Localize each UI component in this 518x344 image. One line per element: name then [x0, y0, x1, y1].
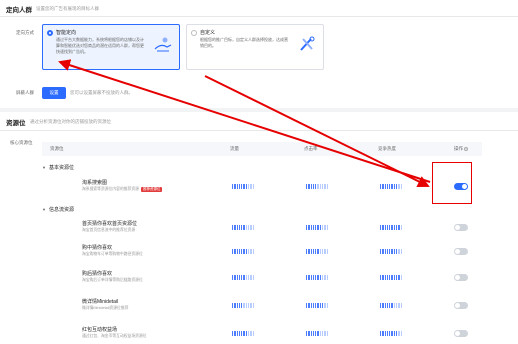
annotation-arrows-icon — [58, 59, 431, 187]
